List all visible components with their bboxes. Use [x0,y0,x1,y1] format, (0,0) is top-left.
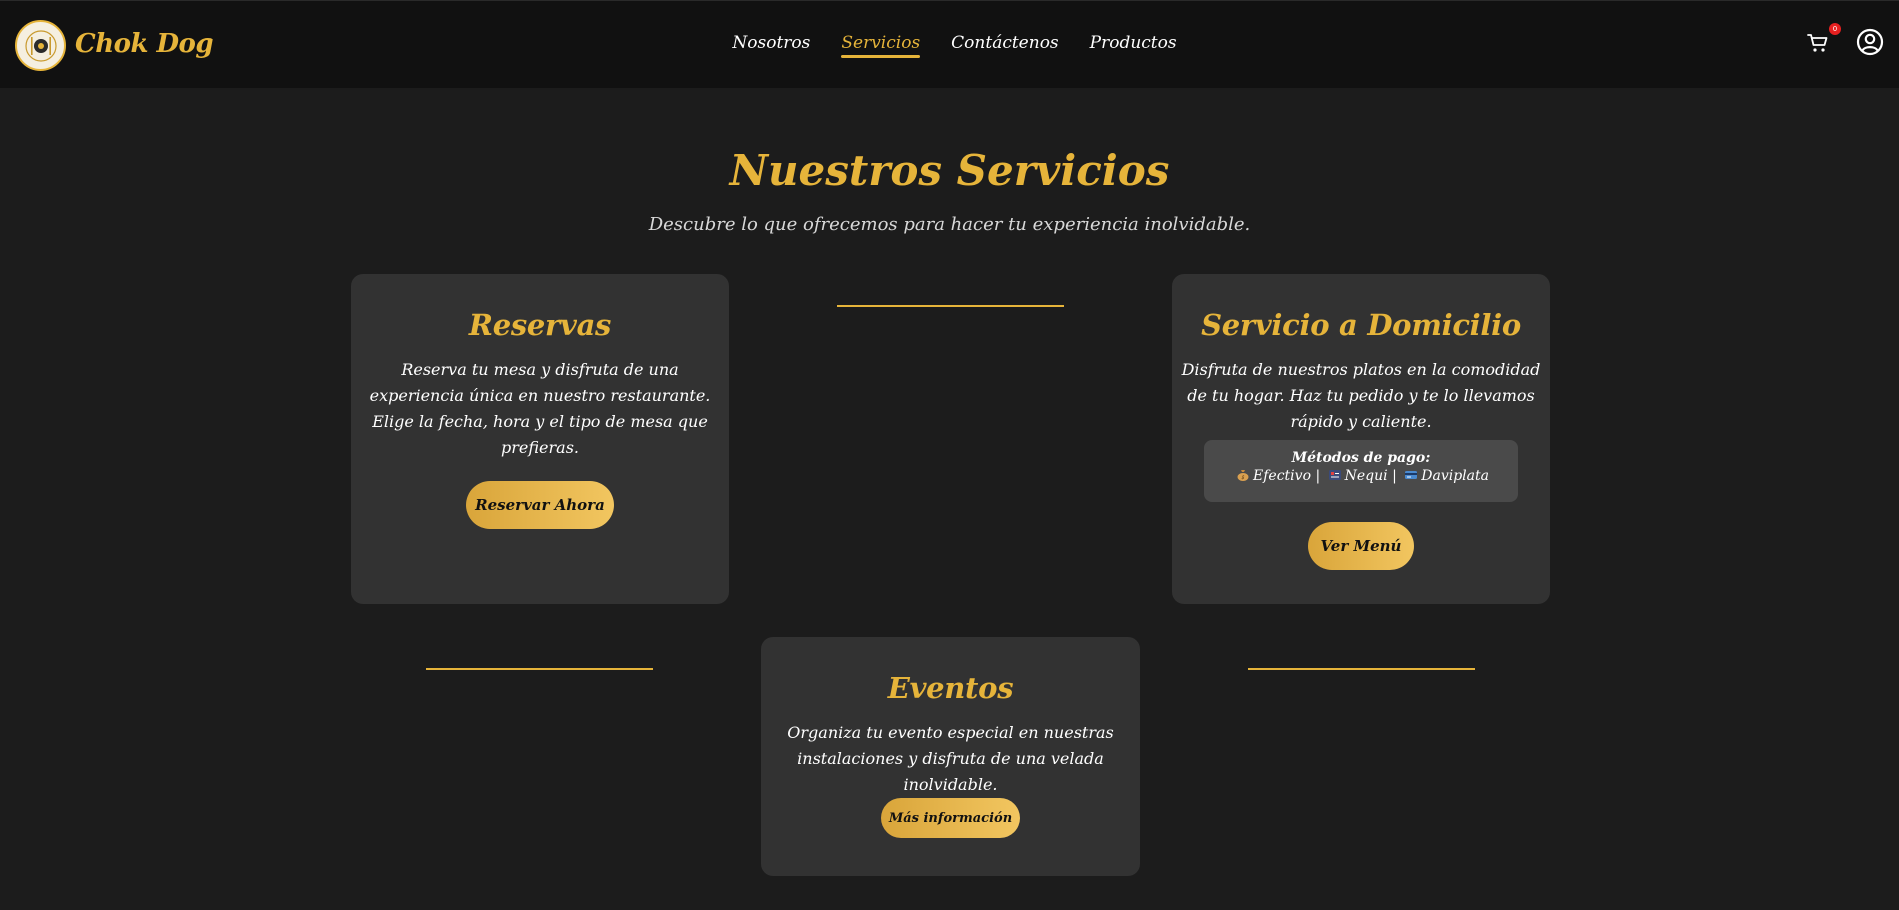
card-eventos: Eventos Organiza tu evento especial en n… [761,637,1140,876]
card-description: Organiza tu evento especial en nuestras … [761,720,1140,798]
payment-methods-list: $ Efectivo | Nequi | Daviplata [1204,468,1518,484]
card-text-line: rápido y caliente. [1290,412,1432,431]
page-title: Nuestros Servicios [729,146,1170,195]
nav-link-contactenos[interactable]: Contáctenos [951,33,1058,58]
main-nav: Nosotros Servicios Contáctenos Productos [0,33,1899,58]
divider-bottom-left [426,668,653,670]
payment-method-label: Nequi [1344,468,1388,484]
card-text-line: instalaciones y disfruta de una velada [797,749,1104,768]
card-text-line: Elige la fecha, hora y el tipo de mesa q… [372,412,708,431]
nav-link-servicios[interactable]: Servicios [841,33,920,58]
page-subtitle: Descubre lo que ofrecemos para hacer tu … [648,214,1251,235]
card-text-line: Disfruta de nuestros platos en la comodi… [1181,360,1541,379]
card-text-line: de tu hogar. Haz tu pedido y te lo lleva… [1187,386,1535,405]
payment-method-label: Efectivo [1253,468,1311,484]
payment-title: Métodos de pago: [1291,450,1431,466]
navbar: Chok Dog Nosotros Servicios Contáctenos … [0,0,1899,88]
card-description: Disfruta de nuestros platos en la comodi… [1172,357,1550,435]
nav-link-productos[interactable]: Productos [1090,33,1177,58]
card-title: Reservas [468,308,612,342]
card-text-line: experiencia única en nuestro restaurante… [369,386,711,405]
payment-separator: | [1315,468,1321,484]
nav-link-nosotros[interactable]: Nosotros [732,33,810,58]
cart-icon[interactable] [1806,31,1830,55]
svg-text:$: $ [1241,475,1244,481]
payment-separator: | [1392,468,1397,484]
card-text-line: prefieras. [501,438,579,457]
reservar-ahora-button[interactable]: Reservar Ahora [466,481,614,529]
card-description: Reserva tu mesa y disfruta de una experi… [351,357,729,461]
user-circle-icon[interactable] [1856,28,1884,56]
payment-method-label: Daviplata [1421,468,1489,484]
card-domicilio: Servicio a Domicilio Disfruta de nuestro… [1172,274,1550,604]
money-bag-icon: $ [1237,470,1249,481]
divider-bottom-right [1248,668,1475,670]
phone-card-icon [1328,470,1341,480]
divider-top-center [837,305,1064,307]
payment-methods-box: Métodos de pago: $ Efectivo | Nequi | Da… [1204,440,1518,502]
card-text-line: Organiza tu evento especial en nuestras [787,723,1114,742]
ver-menu-button[interactable]: Ver Menú [1308,522,1414,570]
card-title: Servicio a Domicilio [1201,308,1521,342]
mas-informacion-button[interactable]: Más información [881,798,1020,838]
card-text-line: inolvidable. [903,775,998,794]
card-icon [1405,471,1418,479]
cart-count-badge: 0 [1829,23,1841,35]
card-title: Eventos [887,671,1014,705]
card-reservas: Reservas Reserva tu mesa y disfruta de u… [351,274,729,604]
card-text-line: Reserva tu mesa y disfruta de una [401,360,679,379]
